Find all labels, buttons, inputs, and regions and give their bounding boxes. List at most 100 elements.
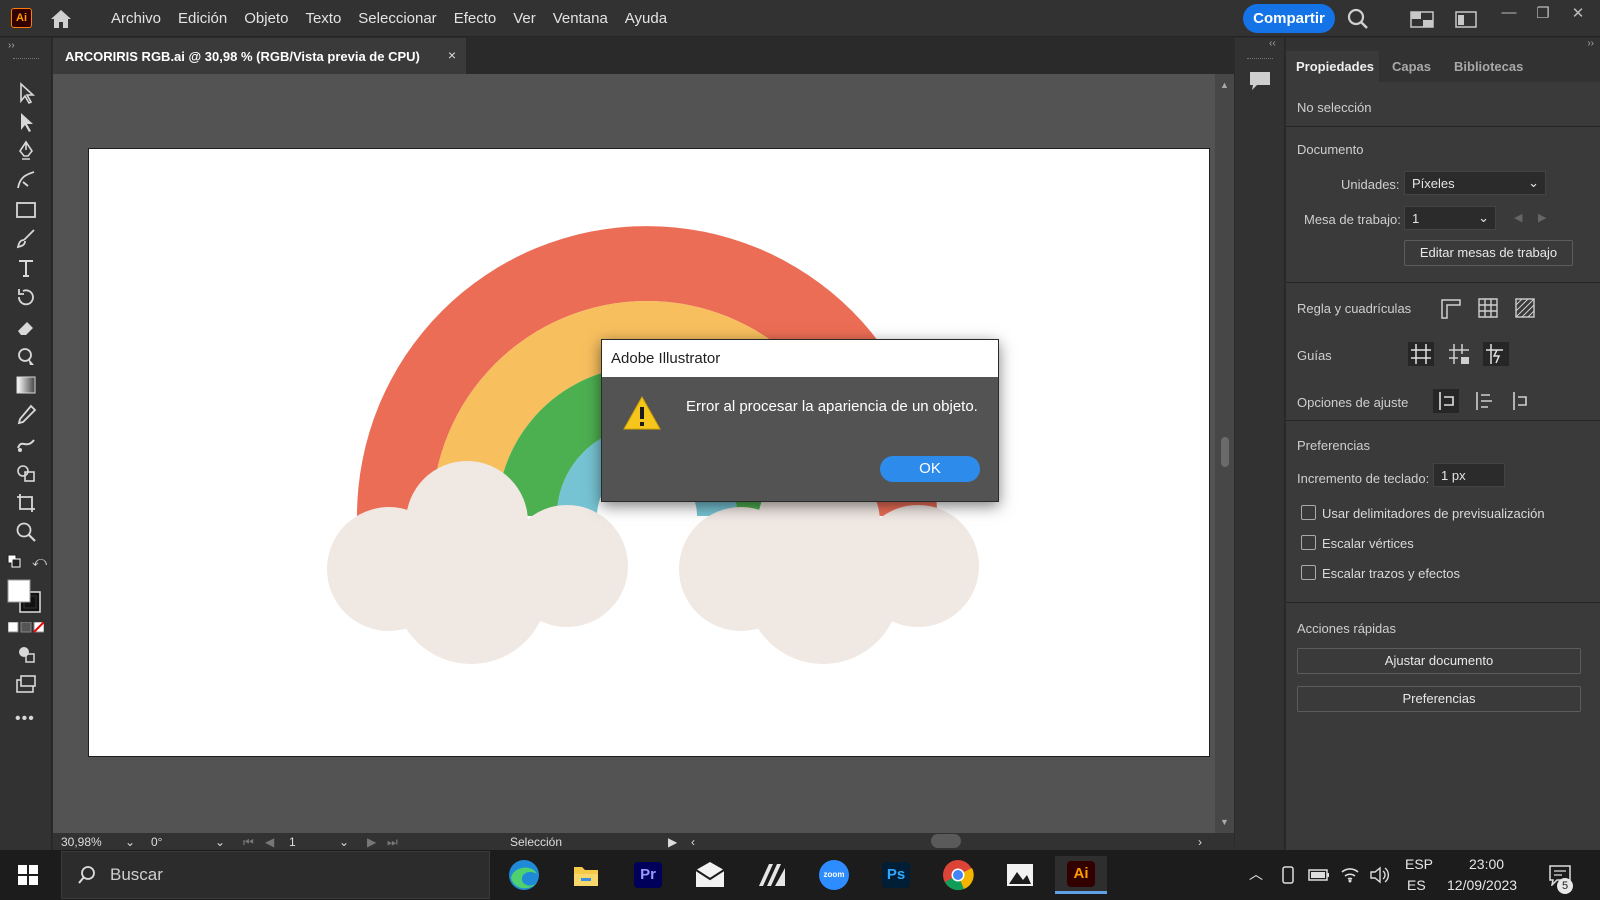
zoom-dropdown-icon[interactable]: ⌄: [125, 835, 135, 849]
artboard-number[interactable]: 1: [289, 835, 296, 849]
blend-tool-icon[interactable]: [14, 432, 38, 456]
fit-document-button[interactable]: Ajustar documento: [1297, 648, 1581, 674]
collapse-strip-icon[interactable]: ‹‹: [1269, 38, 1276, 49]
draw-mode-icon[interactable]: [14, 642, 38, 666]
next-artboard-icon[interactable]: ▶: [367, 835, 376, 849]
eraser-tool-icon[interactable]: [14, 315, 38, 339]
close-tab-icon[interactable]: ×: [448, 47, 456, 63]
previous-artboard-icon[interactable]: ◀: [265, 835, 274, 849]
wifi-icon[interactable]: [1340, 865, 1360, 883]
menu-ayuda[interactable]: Ayuda: [625, 10, 667, 27]
snap-to-glyph-icon[interactable]: [1507, 389, 1533, 413]
search-icon[interactable]: [1347, 8, 1369, 30]
premiere-icon[interactable]: Pr: [629, 856, 667, 894]
rotate-tool-icon[interactable]: [14, 285, 38, 309]
selection-tool-icon[interactable]: [14, 81, 38, 105]
workspace-switcher-icon[interactable]: [1410, 11, 1434, 28]
artboard-dropdown-icon[interactable]: ⌄: [339, 835, 349, 849]
guides-icon[interactable]: [1408, 342, 1434, 366]
photos-icon[interactable]: [1001, 856, 1039, 894]
close-window-icon[interactable]: ✕: [1565, 4, 1591, 22]
rotation-value[interactable]: 0°: [151, 835, 162, 849]
snap-to-pixel-icon[interactable]: [1470, 389, 1496, 413]
gradient-tool-icon[interactable]: [14, 373, 38, 397]
menu-archivo[interactable]: Archivo: [111, 10, 161, 27]
chrome-icon[interactable]: [939, 856, 977, 894]
keyboard-layout[interactable]: ES: [1407, 877, 1426, 893]
vertical-scroll-thumb[interactable]: [1221, 437, 1229, 467]
menu-seleccionar[interactable]: Seleccionar: [358, 10, 436, 27]
clock-date[interactable]: 12/09/2023: [1447, 877, 1517, 893]
clock-time[interactable]: 23:00: [1469, 856, 1504, 872]
menu-efecto[interactable]: Efecto: [454, 10, 497, 27]
volume-icon[interactable]: [1369, 866, 1389, 884]
rectangle-tool-icon[interactable]: [14, 198, 38, 222]
show-hidden-icons-icon[interactable]: ︿: [1249, 864, 1263, 884]
color-mode-icons[interactable]: [7, 621, 45, 634]
photoshop-icon[interactable]: Ps: [877, 856, 915, 894]
preview-bounds-checkbox[interactable]: [1301, 505, 1316, 520]
restore-icon[interactable]: ❐: [1530, 4, 1556, 22]
windows-start-icon[interactable]: [18, 865, 38, 885]
scroll-left-icon[interactable]: ‹: [691, 835, 695, 849]
scale-corners-checkbox[interactable]: [1301, 535, 1316, 550]
swap-colors-icon[interactable]: ⤺: [32, 553, 47, 570]
device-icon[interactable]: [1280, 866, 1296, 884]
artboard-tool-icon[interactable]: [14, 491, 38, 515]
menu-texto[interactable]: Texto: [305, 10, 341, 27]
transparency-grid-icon[interactable]: [1512, 296, 1538, 320]
free-transform-tool-icon[interactable]: [14, 344, 38, 368]
illustrator-icon[interactable]: Ai: [1055, 856, 1107, 894]
file-explorer-icon[interactable]: [567, 856, 605, 894]
taskbar-search-box[interactable]: Buscar: [61, 851, 490, 899]
screen-mode-icon[interactable]: [14, 672, 38, 696]
status-menu-arrow-icon[interactable]: ▶: [668, 835, 677, 849]
units-select[interactable]: Píxeles ⌄: [1404, 171, 1546, 195]
curvature-tool-icon[interactable]: [14, 168, 38, 192]
vertical-scrollbar[interactable]: ▲ ▼: [1215, 74, 1234, 833]
tab-bibliotecas[interactable]: Bibliotecas: [1444, 51, 1544, 83]
ok-button[interactable]: OK: [880, 456, 980, 482]
arrange-documents-icon[interactable]: [1455, 11, 1477, 28]
fill-stroke-swatch[interactable]: [6, 578, 44, 616]
scroll-down-icon[interactable]: ▼: [1220, 817, 1229, 827]
menu-ver[interactable]: Ver: [513, 10, 536, 27]
pen-tool-icon[interactable]: [14, 139, 38, 163]
language-indicator[interactable]: ESP: [1405, 856, 1433, 872]
menu-edicion[interactable]: Edición: [178, 10, 227, 27]
keyboard-increment-input[interactable]: 1 px: [1433, 463, 1505, 487]
scroll-right-icon[interactable]: ›: [1198, 835, 1202, 849]
grid-icon[interactable]: [1475, 296, 1501, 320]
snap-to-point-icon[interactable]: [1433, 389, 1459, 413]
direct-selection-tool-icon[interactable]: [14, 110, 38, 134]
share-button[interactable]: Compartir: [1243, 4, 1335, 33]
edit-toolbar-more-icon[interactable]: •••: [15, 710, 35, 728]
comments-icon[interactable]: [1249, 71, 1271, 91]
default-colors-icon[interactable]: [7, 554, 21, 568]
zoom-icon[interactable]: zoom: [815, 856, 853, 894]
edit-artboards-button[interactable]: Editar mesas de trabajo: [1404, 240, 1573, 266]
type-tool-icon[interactable]: [14, 256, 38, 280]
tab-capas[interactable]: Capas: [1382, 51, 1442, 83]
shape-builder-tool-icon[interactable]: [14, 461, 38, 485]
toolbar-grip[interactable]: [13, 58, 39, 60]
scroll-up-icon[interactable]: ▲: [1220, 80, 1229, 90]
zoom-tool-icon[interactable]: [14, 520, 38, 544]
tab-propiedades[interactable]: Propiedades: [1286, 51, 1379, 83]
last-artboard-icon[interactable]: ⏭: [387, 835, 398, 850]
smart-guides-icon[interactable]: [1483, 342, 1509, 366]
rotation-dropdown-icon[interactable]: ⌄: [215, 835, 225, 849]
document-tab[interactable]: ARCORIRIS RGB.ai @ 30,98 % (RGB/Vista pr…: [53, 38, 466, 74]
battery-icon[interactable]: [1308, 868, 1330, 882]
eyedropper-tool-icon[interactable]: [14, 403, 38, 427]
home-icon[interactable]: [49, 8, 73, 30]
ruler-icon[interactable]: [1438, 296, 1464, 320]
horizontal-scroll-thumb[interactable]: [931, 834, 961, 848]
zoom-level[interactable]: 30,98%: [61, 835, 102, 849]
edge-icon[interactable]: [505, 856, 543, 894]
first-artboard-icon[interactable]: ⏮: [243, 835, 254, 850]
paintbrush-tool-icon[interactable]: [14, 227, 38, 251]
scale-strokes-checkbox[interactable]: [1301, 565, 1316, 580]
strip-grip[interactable]: [1247, 58, 1273, 60]
pen-app-icon[interactable]: [753, 856, 791, 894]
